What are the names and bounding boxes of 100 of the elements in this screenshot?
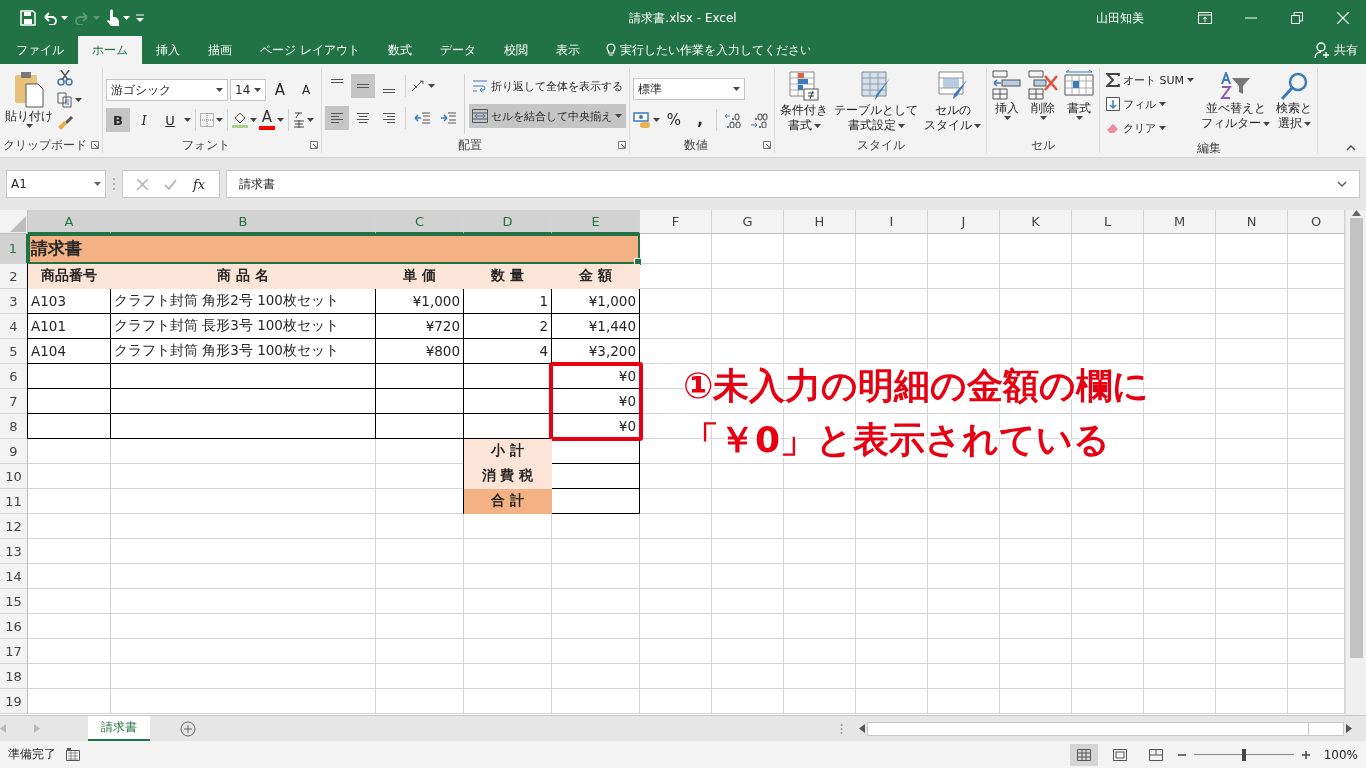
paste-button[interactable]: 貼り付け xyxy=(3,68,55,137)
dialog-launcher-icon[interactable] xyxy=(310,141,318,149)
column-header[interactable]: A xyxy=(28,210,111,234)
grow-font-button[interactable]: A xyxy=(268,78,292,102)
wrap-text-button[interactable]: 折り返して全体を表示する xyxy=(469,74,626,98)
sheet-tab[interactable]: 請求書 xyxy=(88,715,150,741)
column-header[interactable]: E xyxy=(552,210,640,234)
row-header[interactable]: 13 xyxy=(0,539,28,564)
column-header[interactable]: B xyxy=(111,210,376,234)
italic-button[interactable]: I xyxy=(132,108,156,132)
merge-center-button[interactable]: セルを結合して中央揃え xyxy=(469,104,626,128)
ribbon-tab[interactable]: ページ レイアウト xyxy=(246,36,374,64)
column-header[interactable]: K xyxy=(1000,210,1072,234)
selected-cell[interactable]: 請求書 xyxy=(28,234,640,264)
comma-button[interactable]: , xyxy=(688,108,712,132)
new-sheet-button[interactable] xyxy=(180,720,196,737)
chevron-down-icon[interactable] xyxy=(1337,181,1347,187)
column-header[interactable]: M xyxy=(1144,210,1216,234)
shrink-font-button[interactable]: A xyxy=(294,78,318,102)
border-button[interactable] xyxy=(200,113,223,127)
row-header[interactable]: 2 xyxy=(0,264,28,289)
ribbon-tab[interactable]: ホーム xyxy=(78,36,142,64)
macro-record-button[interactable] xyxy=(66,748,80,761)
conditional-style-button[interactable]: 条件付き 書式 xyxy=(778,68,830,137)
row-header[interactable]: 14 xyxy=(0,564,28,589)
zoom-out-button[interactable] xyxy=(1177,753,1186,756)
font-size-field[interactable]: 14 xyxy=(230,79,266,101)
scroll-right-button[interactable] xyxy=(1346,724,1352,733)
undo-button[interactable] xyxy=(42,11,68,25)
phonetic-button[interactable] xyxy=(293,112,314,128)
row-header[interactable]: 3 xyxy=(0,289,28,314)
ribbon-tab[interactable]: 数式 xyxy=(373,36,426,64)
insert-cells-button[interactable]: 挿入 xyxy=(990,68,1024,137)
row-header[interactable]: 4 xyxy=(0,314,28,339)
row-header[interactable]: 6 xyxy=(0,364,28,389)
insert-function-button[interactable]: fx xyxy=(193,176,206,192)
fill-button[interactable]: フィル xyxy=(1103,92,1198,116)
scroll-up-button[interactable] xyxy=(1351,210,1361,216)
zoom-slider-thumb[interactable] xyxy=(1241,748,1246,761)
row-header[interactable]: 15 xyxy=(0,589,28,614)
normal-view-button[interactable] xyxy=(1069,743,1098,766)
row-header[interactable]: 1 xyxy=(0,234,28,264)
autosum-button[interactable]: オート SUM xyxy=(1103,68,1198,92)
format-cells-button[interactable]: 書式 xyxy=(1062,68,1096,137)
percent-button[interactable]: % xyxy=(662,108,686,132)
ribbon-tab[interactable]: データ xyxy=(425,36,490,64)
touch-mode-button[interactable] xyxy=(106,9,130,27)
zoom-in-button[interactable] xyxy=(1301,750,1310,759)
ribbon-tab[interactable]: ファイル xyxy=(2,36,78,64)
copy-button[interactable] xyxy=(57,92,82,108)
row-header[interactable]: 11 xyxy=(0,489,28,514)
cell-style-button[interactable]: セルの スタイル xyxy=(922,68,983,137)
column-header[interactable]: O xyxy=(1288,210,1345,234)
ribbon-tab[interactable]: 描画 xyxy=(194,36,246,64)
dialog-launcher-icon[interactable] xyxy=(763,141,771,149)
fill-color-button[interactable] xyxy=(232,112,257,128)
row-header[interactable]: 8 xyxy=(0,414,28,439)
table-style-button[interactable]: テーブルとして 書式設定 xyxy=(832,68,920,137)
column-header[interactable]: D xyxy=(464,210,552,234)
row-header[interactable]: 10 xyxy=(0,464,28,489)
row-header[interactable]: 5 xyxy=(0,339,28,364)
scroll-left-button[interactable] xyxy=(859,724,865,733)
font-name-field[interactable]: 游ゴシック xyxy=(106,79,228,101)
dialog-launcher-icon[interactable] xyxy=(91,141,99,149)
ribbon-tab[interactable]: 表示 xyxy=(541,36,594,64)
underline-button[interactable]: U xyxy=(158,108,182,132)
column-header[interactable]: N xyxy=(1216,210,1288,234)
font-color-button[interactable]: A xyxy=(259,110,284,130)
horizontal-align-button[interactable] xyxy=(325,106,349,130)
formula-field[interactable]: 請求書 xyxy=(226,170,1360,198)
find-select-button[interactable]: 検索と 選択 xyxy=(1274,68,1315,140)
scrollbar-thumb[interactable] xyxy=(1349,218,1363,658)
collapse-ribbon-button[interactable] xyxy=(1346,145,1356,151)
customize-button[interactable] xyxy=(136,14,144,22)
ribbon-tab[interactable]: 挿入 xyxy=(142,36,194,64)
row-header[interactable]: 17 xyxy=(0,639,28,664)
save-button[interactable] xyxy=(20,10,36,26)
row-header[interactable]: 18 xyxy=(0,664,28,689)
dialog-launcher-icon[interactable] xyxy=(618,141,626,149)
column-header[interactable]: F xyxy=(640,210,712,234)
orientation-button[interactable] xyxy=(410,79,435,93)
column-header[interactable]: G xyxy=(712,210,784,234)
ribbon-tab[interactable]: 校閲 xyxy=(489,36,542,64)
share-button[interactable]: 共有 xyxy=(1314,36,1358,64)
clear-button[interactable]: クリア xyxy=(1103,116,1198,140)
row-header[interactable]: 9 xyxy=(0,439,28,464)
column-header[interactable]: L xyxy=(1072,210,1144,234)
column-header[interactable]: H xyxy=(784,210,856,234)
row-header[interactable]: 7 xyxy=(0,389,28,414)
column-header[interactable]: J xyxy=(928,210,1000,234)
row-header[interactable]: 19 xyxy=(0,689,28,714)
row-header[interactable]: 16 xyxy=(0,614,28,639)
currency-button[interactable] xyxy=(633,112,660,128)
row-header[interactable]: 12 xyxy=(0,514,28,539)
delete-cells-button[interactable]: 削除 xyxy=(1026,68,1060,137)
name-box[interactable]: A1 xyxy=(6,170,106,198)
bold-button[interactable]: B xyxy=(106,108,130,132)
vertical-align-button[interactable] xyxy=(351,74,375,98)
number-format-field[interactable]: 標準 xyxy=(633,78,745,100)
column-header[interactable]: I xyxy=(856,210,928,234)
